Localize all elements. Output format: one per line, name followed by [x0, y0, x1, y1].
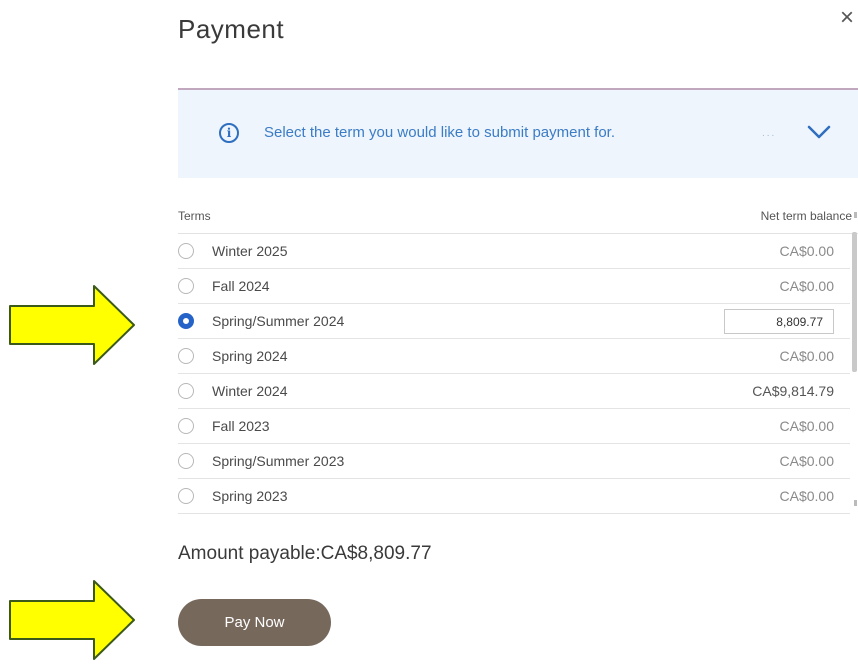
term-balance: CA$9,814.79: [752, 383, 834, 399]
chevron-down-icon[interactable]: [806, 122, 832, 142]
term-balance: CA$0.00: [779, 488, 834, 504]
scroll-up-tick[interactable]: [854, 212, 857, 218]
term-label: Winter 2024: [212, 383, 288, 399]
table-row[interactable]: Winter 2024 CA$9,814.79: [178, 374, 850, 409]
term-label: Spring 2024: [212, 348, 288, 364]
term-label: Fall 2023: [212, 418, 270, 434]
term-radio[interactable]: [178, 383, 194, 399]
term-balance: CA$0.00: [779, 453, 834, 469]
arrow-right-icon: [9, 580, 135, 660]
balance-column-header: Net term balance: [760, 209, 852, 223]
term-label: Winter 2025: [212, 243, 288, 259]
payment-dialog: Payment × i Select the term you would li…: [0, 0, 858, 664]
table-row[interactable]: Spring/Summer 2024: [178, 304, 850, 339]
dialog-title: Payment: [178, 14, 285, 44]
table-row[interactable]: Spring 2024 CA$0.00: [178, 339, 850, 374]
table-row[interactable]: Spring 2023 CA$0.00: [178, 479, 850, 514]
term-radio[interactable]: [178, 418, 194, 434]
info-banner: i Select the term you would like to subm…: [178, 90, 858, 178]
term-label: Fall 2024: [212, 278, 270, 294]
table-header: Terms Net term balance: [178, 205, 858, 234]
term-balance: CA$0.00: [779, 243, 834, 259]
close-icon[interactable]: ×: [840, 6, 854, 30]
payment-amount-input[interactable]: [724, 309, 834, 334]
table-row[interactable]: Spring/Summer 2023 CA$0.00: [178, 444, 850, 479]
term-label: Spring/Summer 2023: [212, 453, 345, 469]
term-radio[interactable]: [178, 348, 194, 364]
term-label: Spring 2023: [212, 488, 288, 504]
term-radio[interactable]: [178, 243, 194, 259]
table-row[interactable]: Fall 2024 CA$0.00: [178, 269, 850, 304]
info-ellipsis: ...: [762, 128, 777, 139]
table-row[interactable]: Fall 2023 CA$0.00: [178, 409, 850, 444]
table-row[interactable]: Winter 2025 CA$0.00: [178, 234, 850, 269]
amount-payable: Amount payable:CA$8,809.77: [178, 543, 432, 564]
term-radio[interactable]: [178, 278, 194, 294]
list-scrollbar[interactable]: [852, 232, 857, 372]
info-circle-icon: i: [219, 123, 239, 143]
terms-list: Winter 2025 CA$0.00 Fall 2024 CA$0.00 Sp…: [178, 234, 850, 516]
scroll-down-tick[interactable]: [854, 500, 857, 506]
terms-column-header: Terms: [178, 209, 211, 223]
term-label: Spring/Summer 2024: [212, 313, 345, 329]
term-balance: CA$0.00: [779, 278, 834, 294]
arrow-right-icon: [9, 285, 135, 365]
term-radio-selected[interactable]: [178, 313, 194, 329]
term-radio[interactable]: [178, 453, 194, 469]
term-balance: CA$0.00: [779, 418, 834, 434]
info-message: Select the term you would like to submit…: [264, 124, 615, 141]
term-radio[interactable]: [178, 488, 194, 504]
pay-now-button[interactable]: Pay Now: [178, 599, 331, 646]
term-balance: CA$0.00: [779, 348, 834, 364]
